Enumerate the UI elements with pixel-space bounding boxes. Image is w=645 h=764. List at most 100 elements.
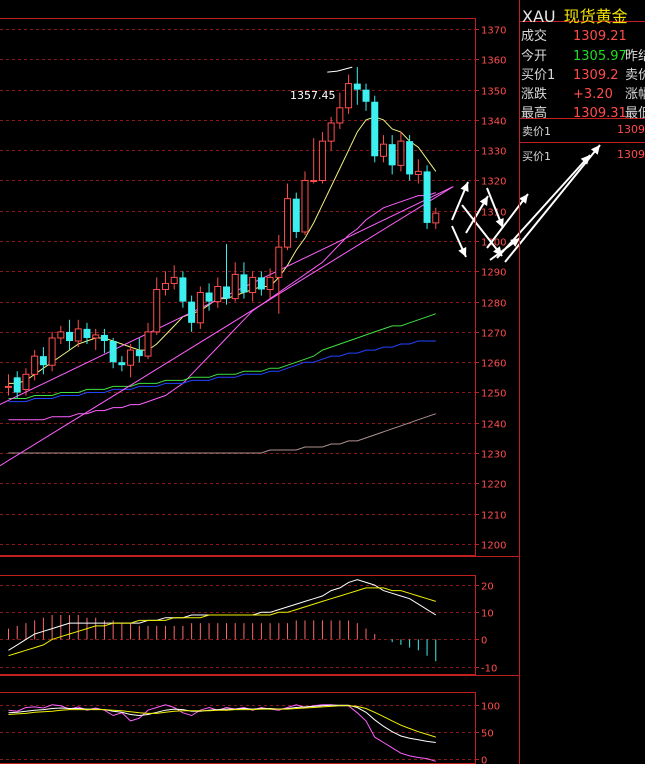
y-tick-label: 1340: [481, 117, 506, 128]
candle-body: [135, 350, 143, 357]
moving-average-line: [8, 116, 437, 384]
candle-body: [205, 292, 213, 302]
moving-average-lines: [8, 116, 437, 454]
quote-row-value: +3.20: [573, 87, 613, 102]
macd-tick-label: 10: [481, 609, 494, 620]
candle-body: [284, 198, 292, 248]
macd-line: [8, 587, 436, 657]
candle-body: [397, 140, 405, 166]
candle-body: [22, 373, 30, 390]
candle-body: [109, 340, 117, 363]
candle-body: [362, 89, 370, 102]
candle-body: [301, 179, 309, 233]
y-tick-label: 1320: [481, 177, 506, 188]
candle-body: [275, 246, 283, 278]
moving-average-line: [8, 192, 436, 421]
quote-row-value: 1305.97: [573, 49, 627, 64]
candle-body: [66, 331, 74, 341]
moving-average-line: [8, 313, 436, 399]
quote-row-change: 涨跌 +3.20 涨幅: [521, 83, 645, 102]
candle-body: [423, 171, 431, 223]
candle-body: [179, 277, 187, 302]
quote-row-label2: 卖价: [625, 68, 645, 83]
y-tick-label: 1210: [481, 511, 506, 522]
quote-symbol: XAU: [522, 7, 556, 26]
candle-body: [414, 170, 422, 175]
order-book-value: 1309: [617, 148, 645, 161]
candle-body: [83, 328, 91, 338]
kdj-line: [8, 704, 436, 762]
candle-body: [240, 274, 248, 293]
quote-row-label: 成交: [521, 29, 548, 44]
y-tick-label: 1250: [481, 389, 506, 400]
annotation-leader: [327, 66, 353, 73]
candle-body: [13, 377, 21, 393]
candle-body: [144, 331, 152, 357]
y-tick-label: 1370: [481, 26, 506, 37]
candle-body: [31, 355, 39, 375]
candle-body: [388, 144, 396, 166]
candle-body: [39, 356, 47, 366]
order-book-label: 卖价1: [522, 125, 551, 138]
y-tick-label: 1310: [481, 208, 506, 219]
quote-row-label: 涨跌: [521, 87, 548, 102]
quote-row-value: 1309.21: [573, 29, 627, 44]
candle-body: [345, 83, 353, 109]
candle-body: [153, 289, 161, 333]
kdj-tick-label: 50: [481, 729, 494, 740]
y-tick-label: 1270: [481, 329, 506, 340]
macd-tick-label: 20: [481, 582, 494, 593]
candle-body: [74, 328, 82, 342]
y-tick-label: 1240: [481, 420, 506, 431]
macd-panel: -10 0 10 20: [0, 579, 497, 675]
macd-tick-label: 0: [481, 636, 487, 647]
candle-body: [161, 282, 169, 291]
order-book-value: 1309: [617, 123, 645, 136]
trendlines: [0, 186, 454, 467]
trendline: [0, 186, 454, 467]
y-tick-label: 1330: [481, 147, 506, 158]
macd-tick-label: -10: [481, 664, 497, 675]
y-tick-label: 1350: [481, 87, 506, 98]
candle-body: [92, 334, 100, 339]
candle-body: [371, 101, 379, 157]
quote-row-label: 买价1: [521, 68, 556, 83]
y-tick-label: 1260: [481, 359, 506, 370]
quote-row-label2: 涨幅: [625, 87, 645, 102]
candle-body: [292, 198, 300, 232]
candle-body: [379, 143, 387, 157]
quote-row-value: 1309.31: [573, 106, 627, 121]
order-book-label: 买价1: [522, 150, 551, 163]
kdj-tick-label: 100: [481, 702, 500, 713]
quote-panel: XAU 现货黄金 成交 1309.21 今开 1305.97昨结 买价1 1309.2 卖…: [520, 0, 645, 764]
candle-body: [5, 385, 12, 388]
y-tick-label: 1200: [481, 541, 506, 552]
candle-body: [336, 107, 344, 124]
candle-body: [48, 337, 56, 366]
candle-body: [406, 141, 414, 175]
candle-body: [318, 140, 326, 181]
quote-row-last: 成交 1309.21: [521, 25, 645, 44]
candle-body: [327, 122, 335, 142]
high-annotation: 1357.45: [290, 66, 353, 102]
main-y-axis: 1200 1210 1220 1230 1240 1250 1260 1270 1280 1290…: [475, 26, 506, 552]
y-tick-label: 1220: [481, 480, 506, 491]
candle-body: [214, 285, 222, 303]
quote-title: XAU 现货黄金: [522, 3, 628, 27]
kdj-panel: 0 50 100: [0, 702, 500, 764]
candle-body: [188, 301, 196, 323]
candle-body: [100, 334, 108, 341]
quote-row-bid: 买价1 1309.2 卖价: [521, 64, 645, 83]
candle-body: [196, 292, 204, 324]
candle-body: [57, 331, 65, 339]
y-tick-label: 1230: [481, 450, 506, 461]
quote-row-open: 今开 1305.97昨结: [521, 45, 645, 64]
y-tick-label: 1290: [481, 268, 506, 279]
quote-name: 现货黄金: [563, 7, 628, 26]
candle-body: [353, 83, 361, 90]
quote-row-label: 最高: [521, 106, 548, 121]
candle-body: [432, 212, 440, 224]
candle-body: [127, 349, 135, 366]
high-annotation-label: 1357.45: [290, 89, 336, 102]
moving-average-line: [8, 413, 436, 454]
